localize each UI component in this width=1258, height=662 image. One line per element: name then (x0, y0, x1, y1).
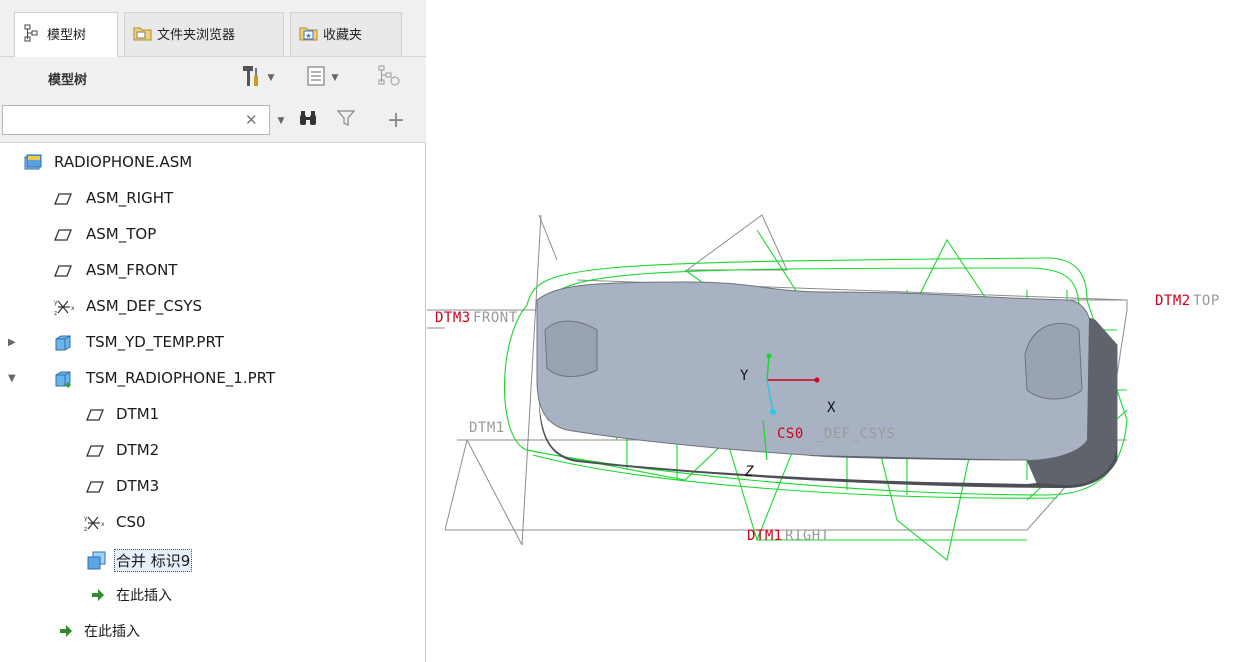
list-view-icon (306, 65, 326, 91)
svg-text:y: y (84, 515, 88, 522)
svg-text:z: z (84, 526, 87, 532)
find-button[interactable] (296, 105, 320, 135)
tree-item-label: 在此插入 (84, 624, 140, 640)
datum-plane-icon (86, 442, 104, 460)
label-dtm1: DTM1 (747, 528, 783, 544)
search-input[interactable] (2, 105, 270, 135)
tree-icon (23, 24, 41, 42)
filter-button[interactable] (334, 105, 358, 135)
tree-item-asm-top[interactable]: ASM_TOP (0, 217, 426, 253)
tree-item-label: TSM_RADIOPHONE_1.PRT (86, 369, 276, 387)
tree-item-label: ASM_DEF_CSYS (86, 297, 203, 315)
svg-text:y: y (54, 299, 58, 306)
tree-item-label: ASM_RIGHT (86, 189, 174, 207)
tree-item-label: CS0 (116, 513, 146, 531)
tree-item-insert-here-asm[interactable]: 在此插入 (0, 613, 426, 649)
chevron-down-icon: ▼ (267, 73, 275, 83)
tab-folder-browser[interactable]: 文件夹浏览器 (124, 12, 284, 56)
insert-here-arrow-icon (58, 622, 76, 640)
tree-item-asm-right[interactable]: ASM_RIGHT (0, 181, 426, 217)
hammer-screwdriver-icon (240, 64, 262, 92)
datum-plane-icon (54, 190, 72, 208)
collapse-arrow-icon[interactable]: ▼ (8, 373, 16, 384)
column-settings-button[interactable] (372, 63, 406, 93)
tree-item-tsm-radiophone-1-prt[interactable]: ▼ TSM_RADIOPHONE_1.PRT (0, 361, 426, 397)
tree-item-tsm-yd-temp-prt[interactable]: ▶ TSM_YD_TEMP.PRT (0, 325, 426, 361)
label-axis-z: Z (745, 464, 754, 480)
search-dropdown-button[interactable]: ▼ (274, 106, 288, 136)
tree-item-dtm1[interactable]: DTM1 (0, 397, 426, 433)
datum-plane-icon (54, 262, 72, 280)
label-right: RIGHT (785, 528, 830, 544)
tree-header-toolbar: 模型树 ▼ ▼ (0, 57, 426, 99)
label-dtm1-left: DTM1 (469, 420, 505, 436)
tree-item-label: DTM2 (116, 441, 160, 459)
datum-plane-icon (54, 226, 72, 244)
chevron-down-icon: ▼ (331, 73, 339, 83)
tab-model-tree-label: 模型树 (47, 28, 87, 43)
expand-arrow-icon[interactable]: ▶ (8, 337, 16, 348)
tree-item-label: 在此插入 (116, 588, 172, 604)
tree-item-label: ASM_FRONT (86, 261, 178, 279)
model-3d-view[interactable] (427, 0, 1258, 662)
label-dtm3: DTM3 (435, 310, 471, 326)
merge-icon (86, 550, 106, 570)
show-options-button[interactable]: ▼ (300, 63, 344, 93)
settings-tools-button[interactable]: ▼ (240, 63, 274, 93)
datum-plane-icon (86, 478, 104, 496)
folder-browser-icon (133, 24, 152, 42)
tree-item-label: RADIOPHONE.ASM (54, 153, 193, 171)
part-recess-left (544, 320, 598, 377)
label-dtm2: DTM2 (1155, 293, 1191, 309)
tree-item-label: ASM_TOP (86, 225, 157, 243)
binoculars-icon (298, 109, 318, 131)
tree-item-insert-here-part[interactable]: 在此插入 (0, 577, 426, 613)
graphics-viewport[interactable]: DTM3 FRONT DTM2 TOP DTM1 DTM1 RIGHT CS0 … (427, 0, 1258, 662)
tab-folder-browser-label: 文件夹浏览器 (157, 28, 236, 43)
tab-model-tree[interactable]: 模型树 (14, 12, 118, 57)
datum-plane-icon (86, 406, 104, 424)
tab-favorites[interactable]: ★ 收藏夹 (290, 12, 402, 56)
clear-icon[interactable]: ✕ (245, 111, 258, 129)
label-def-csys: _DEF_CSYS (815, 426, 896, 442)
svg-text:★: ★ (305, 32, 311, 40)
svg-text:x: x (71, 305, 75, 312)
tree-item-asm-def-csys[interactable]: y z x ASM_DEF_CSYS (0, 289, 426, 325)
tree-item-label: DTM1 (116, 405, 160, 423)
label-axis-y: Y (740, 368, 749, 384)
tree-item-radiophone-asm[interactable]: RADIOPHONE.ASM (0, 145, 426, 181)
label-axis-x: X (827, 400, 836, 416)
filter-funnel-icon (336, 109, 356, 131)
tree-search-bar: ✕ ▼ + (0, 99, 426, 143)
coordinate-system-icon: y z x (84, 514, 105, 533)
tree-item-dtm3[interactable]: DTM3 (0, 469, 426, 505)
navigator-tab-bar: 模型树 文件夹浏览器 ★ 收藏夹 (0, 0, 426, 57)
tree-item-cs0[interactable]: y z x CS0 (0, 505, 426, 541)
label-top: TOP (1193, 293, 1220, 309)
tree-item-label: 合并 标识9 (114, 549, 193, 572)
tree-item-label: TSM_YD_TEMP.PRT (86, 333, 224, 351)
panel-title: 模型树 (48, 73, 88, 88)
model-tree-panel: 模型树 文件夹浏览器 ★ 收藏夹 模型树 ▼ ▼ ✕ ▼ + RADIOPHON… (0, 0, 426, 662)
coordinate-system-icon: y z x (54, 298, 75, 317)
favorites-icon: ★ (299, 24, 318, 42)
part-icon (54, 334, 72, 352)
tree-item-merge-id9[interactable]: 合并 标识9 (0, 541, 426, 577)
label-cs0: CS0 (777, 426, 804, 442)
assembly-icon (24, 154, 42, 172)
part-active-icon (54, 370, 72, 388)
tree-item-label: DTM3 (116, 477, 160, 495)
label-front: FRONT (473, 310, 518, 326)
tree-columns-icon (377, 64, 401, 92)
add-plus-icon[interactable]: + (384, 105, 408, 135)
tab-favorites-label: 收藏夹 (323, 28, 363, 43)
model-tree: RADIOPHONE.ASM ASM_RIGHT ASM_TOP ASM_FRO… (0, 145, 426, 662)
svg-text:x: x (101, 521, 105, 528)
tree-item-asm-front[interactable]: ASM_FRONT (0, 253, 426, 289)
insert-here-arrow-icon (90, 586, 108, 604)
tree-item-dtm2[interactable]: DTM2 (0, 433, 426, 469)
svg-text:z: z (54, 310, 57, 316)
